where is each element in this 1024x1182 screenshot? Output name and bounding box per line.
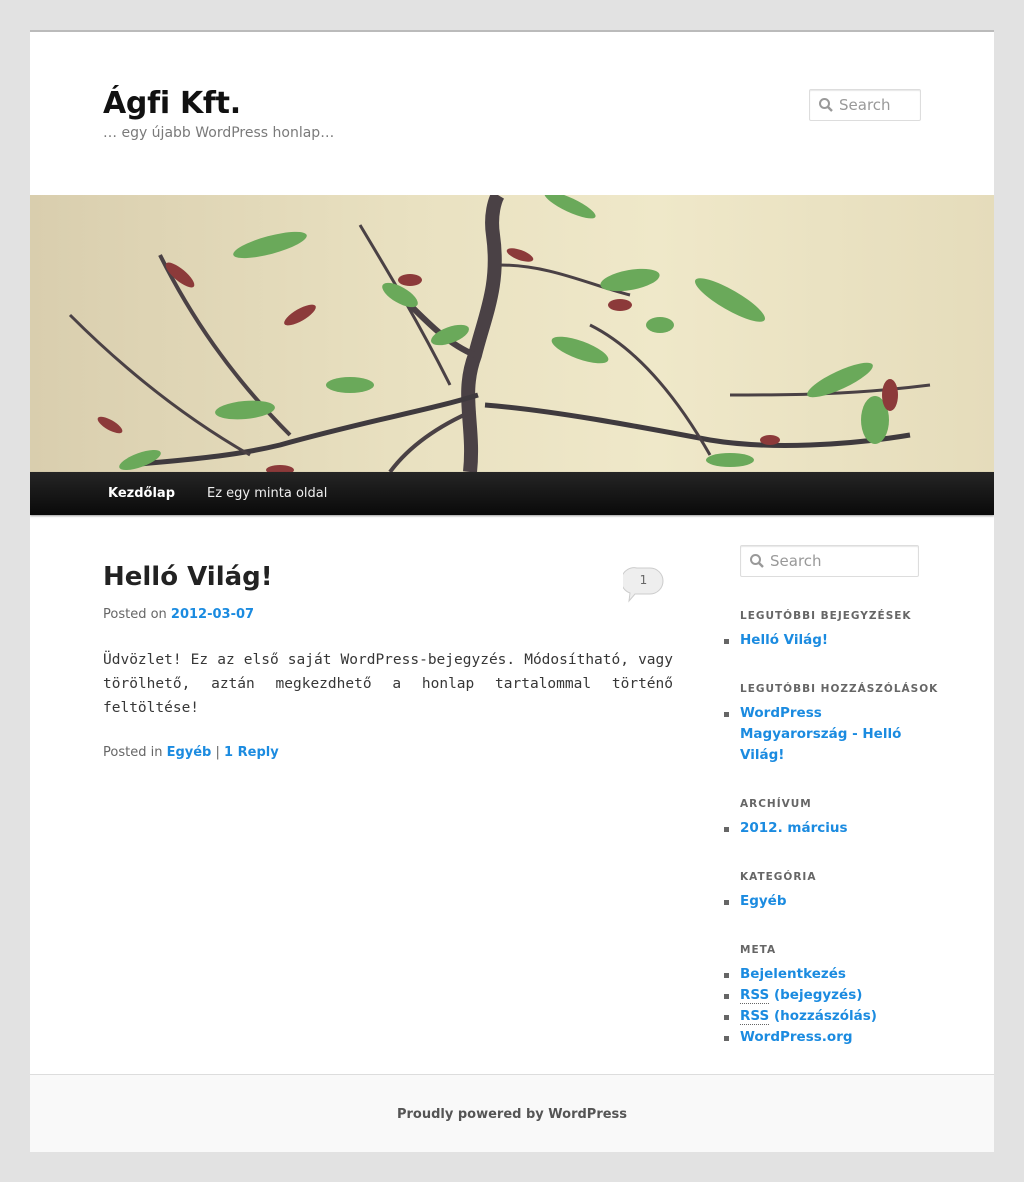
recent-post-item[interactable]: Helló Világ! [724,630,920,651]
post-date-link[interactable]: 2012-03-07 [171,607,254,622]
header-search-input[interactable]: Search [809,89,921,121]
nav-item-minta-oldal[interactable]: Ez egy minta oldal [207,486,327,501]
rss-comments-suffix: (hozzászólás) [769,1008,877,1024]
archive-item[interactable]: 2012. március [724,818,920,839]
main-navigation: Kezdőlap Ez egy minta oldal [30,472,994,515]
posted-in-label: Posted in [103,745,163,760]
rss-posts-suffix: (bejegyzés) [769,987,863,1003]
reply-link[interactable]: 1 Reply [224,745,279,760]
rss-abbr: RSS [740,1008,770,1025]
meta-wordpress-org-link[interactable]: WordPress.org [724,1027,920,1048]
rss-abbr: RSS [740,987,770,1004]
search-icon [819,98,833,112]
widget-title-recent-posts: LEGUTÓBBI BEJEGYZÉSEK [740,610,912,622]
post-content: Üdvözlet! Ez az első saját WordPress-bej… [103,652,673,716]
category-item[interactable]: Egyéb [724,891,920,912]
comment-count-bubble[interactable]: 1 [620,567,664,603]
meta-rss-comments-link[interactable]: RSS (hozzászólás) [724,1006,920,1027]
widget-title-recent-comments: LEGUTÓBBI HOZZÁSZÓLÁSOK [740,683,939,695]
bonsai-image [68,195,931,472]
widget-title-archive: ARCHÍVUM [740,798,812,810]
page: Ágfi Kft. … egy újabb WordPress honlap… … [30,30,994,1152]
post-footer-meta: Posted in Egyéb | 1 Reply [103,745,279,760]
post-date-meta: Posted on 2012-03-07 [103,607,254,622]
meta-rss-posts-link[interactable]: RSS (bejegyzés) [724,985,920,1006]
meta-list: Bejelentkezés RSS (bejegyzés) RSS (hozzá… [724,964,920,1048]
sidebar-search-input[interactable]: Search [740,545,919,577]
widget-title-meta: META [740,944,777,956]
recent-comment-item[interactable]: WordPress Magyarország - Helló Világ! [724,703,905,766]
comment-count: 1 [639,573,648,587]
post-title[interactable]: Helló Világ! [103,562,273,592]
meta-separator: | [215,745,220,760]
site-description: … egy újabb WordPress honlap… [103,125,335,141]
meta-login-link[interactable]: Bejelentkezés [724,964,920,985]
nav-item-kezdolap[interactable]: Kezdőlap [108,486,175,501]
search-icon [750,554,764,568]
archive-list: 2012. március [724,818,920,839]
header-image[interactable] [30,195,994,472]
site-footer: Proudly powered by WordPress [30,1074,994,1152]
site-title[interactable]: Ágfi Kft. [103,86,241,121]
posted-on-label: Posted on [103,607,167,622]
category-link[interactable]: Egyéb [167,745,212,760]
recent-posts-list: Helló Világ! [724,630,920,651]
widget-title-categories: KATEGÓRIA [740,871,817,883]
header-search-placeholder: Search [839,96,891,114]
recent-comments-list: WordPress Magyarország - Helló Világ! [724,703,905,766]
sidebar-search-placeholder: Search [770,552,822,570]
footer-credit-link[interactable]: Proudly powered by WordPress [30,1107,994,1122]
categories-list: Egyéb [724,891,920,912]
